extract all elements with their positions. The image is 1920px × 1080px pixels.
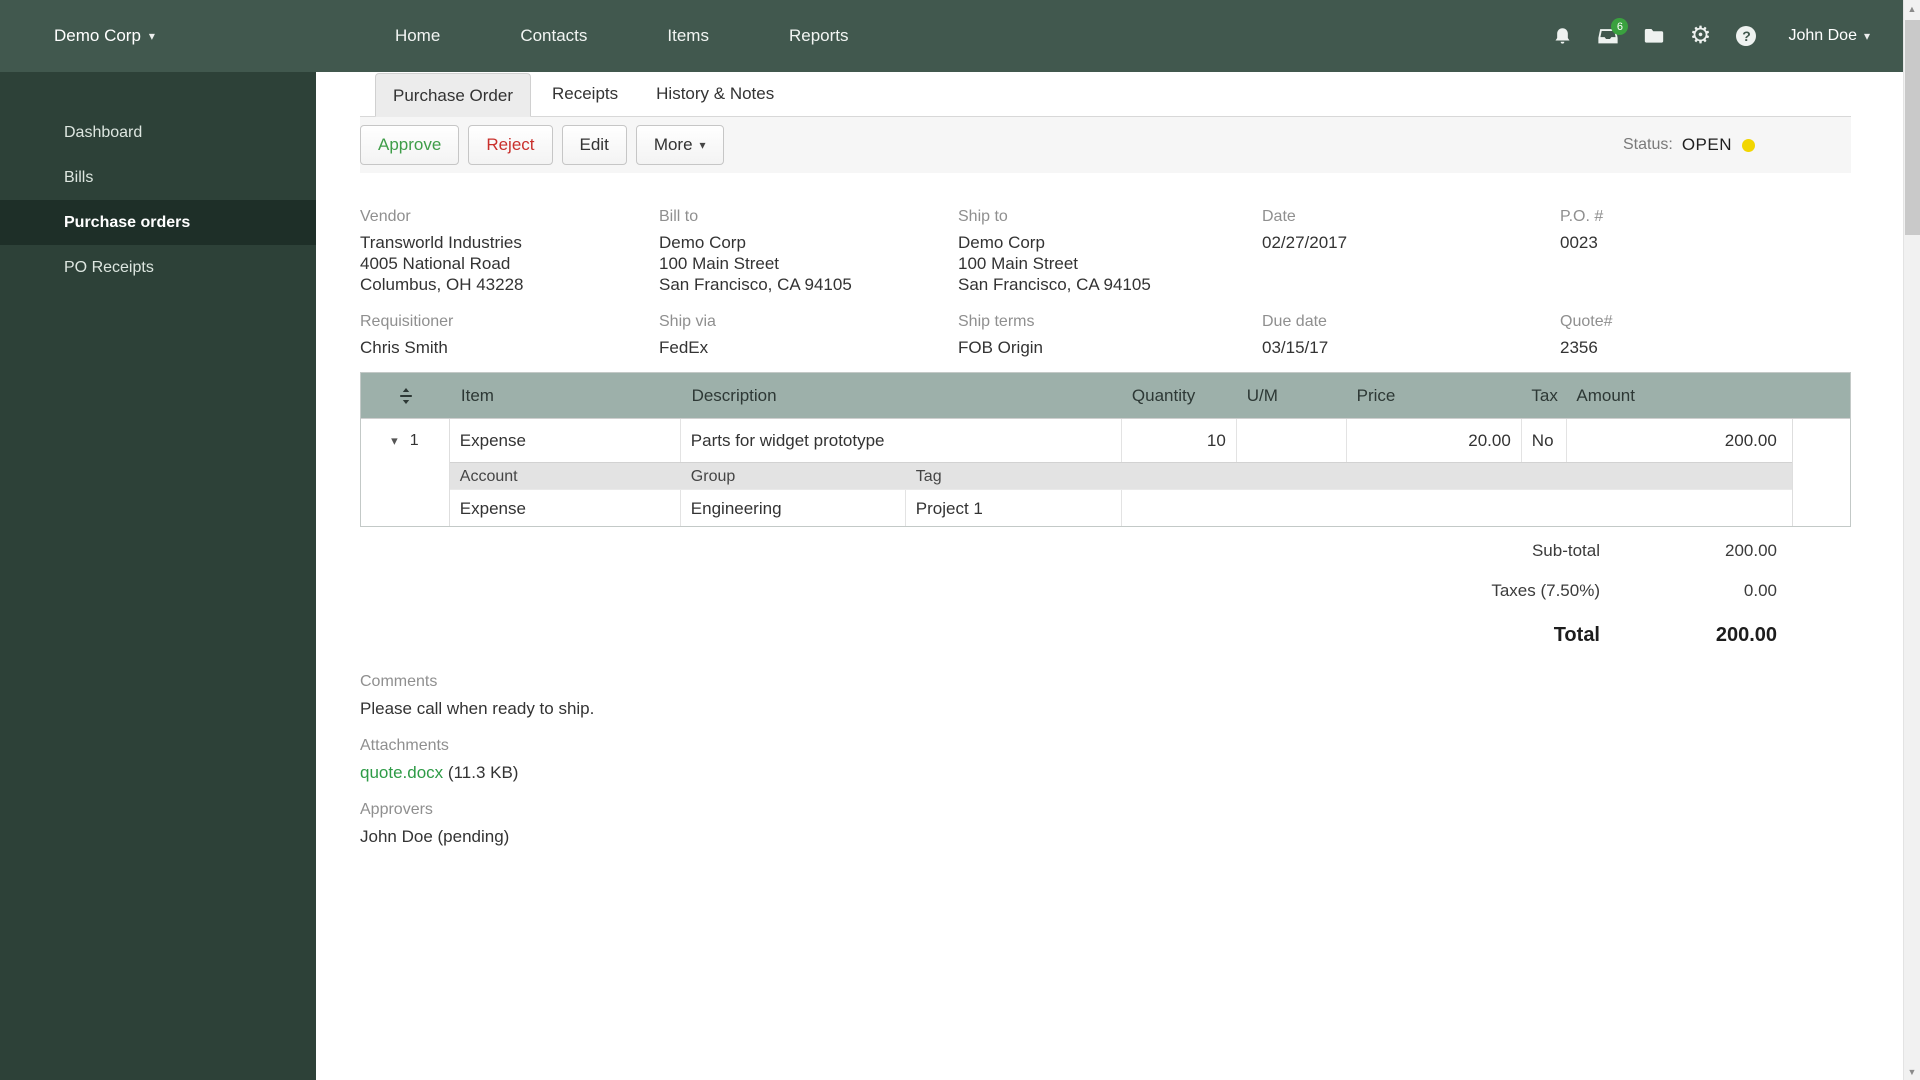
- vertical-scrollbar[interactable]: ▲ ▼: [1903, 0, 1920, 1080]
- help-icon[interactable]: ?: [1734, 24, 1758, 48]
- comments-text: Please call when ready to ship.: [360, 699, 595, 718]
- account-cell: Expense: [450, 490, 681, 526]
- sidebar-item-po-receipts[interactable]: PO Receipts: [0, 245, 316, 290]
- status-indicator: Status: OPEN: [1623, 135, 1755, 155]
- row-expander-caret[interactable]: ▾: [391, 432, 398, 450]
- attachment-link[interactable]: quote.docx: [360, 763, 443, 782]
- date-block: Date 02/27/2017: [1262, 208, 1348, 252]
- um-cell: [1237, 419, 1347, 462]
- bill-to-block: Bill to Demo Corp 100 Main Street San Fr…: [659, 208, 852, 294]
- status-value: OPEN: [1681, 135, 1732, 154]
- item-cell: Expense: [450, 419, 681, 462]
- tax-value: 0.00: [1743, 581, 1777, 600]
- total-value: 200.00: [1715, 623, 1777, 646]
- org-name: Demo Corp: [54, 26, 141, 45]
- vendor-label: Vendor: [360, 208, 411, 225]
- sidebar-item-purchase-orders[interactable]: Purchase orders: [0, 200, 316, 245]
- ship-terms-block: Ship terms FOB Origin: [958, 313, 1044, 357]
- subtotal-row: Sub-total 200.00: [1532, 531, 1792, 571]
- scrollbar-thumb[interactable]: [1905, 20, 1920, 235]
- user-menu[interactable]: John Doe ▾: [1788, 27, 1870, 45]
- line-items-table: Item Description Quantity U/M Price Tax …: [360, 372, 1851, 527]
- tax-cell: No: [1522, 419, 1567, 462]
- comments-label: Comments: [360, 673, 438, 690]
- inbox-icon[interactable]: 6: [1596, 18, 1629, 48]
- approve-button[interactable]: Approve: [360, 125, 460, 165]
- approvers-label: Approvers: [360, 801, 433, 818]
- requisitioner-block: Requisitioner Chris Smith: [360, 313, 454, 357]
- user-name: John Doe: [1788, 27, 1857, 44]
- description-cell: Parts for widget prototype: [681, 419, 1122, 462]
- status-dot-icon: [1742, 138, 1755, 152]
- po-number-block: P.O. # 0023: [1560, 208, 1604, 252]
- more-button[interactable]: More ▾: [635, 125, 724, 165]
- tab-purchase-order[interactable]: Purchase Order: [375, 73, 531, 117]
- caret-down-icon: ▾: [148, 29, 155, 43]
- due-date-block: Due date 03/15/17: [1262, 313, 1329, 357]
- reorder-rows-icon: [361, 387, 451, 404]
- totals-summary: Sub-total 200.00 Taxes (7.50%) 0.00 Tota…: [360, 531, 1792, 659]
- attachments-label: Attachments: [360, 737, 449, 754]
- nav-contacts[interactable]: Contacts: [480, 26, 627, 46]
- tag-cell: Project 1: [906, 490, 1122, 526]
- edit-button[interactable]: Edit: [561, 125, 627, 165]
- row-handle-cell: ▾ 1: [361, 419, 450, 526]
- notification-badge: 6: [1611, 18, 1629, 35]
- main-content: Purchase Order Receipts History & Notes …: [316, 72, 1920, 847]
- left-sidebar: Dashboard Bills Purchase orders PO Recei…: [0, 72, 316, 1080]
- quantity-cell: 10: [1122, 419, 1237, 462]
- notifications-bell-icon[interactable]: [1550, 24, 1574, 48]
- ship-via-block: Ship via FedEx: [659, 313, 716, 357]
- caret-down-icon: ▾: [1863, 29, 1870, 43]
- nav-items[interactable]: Items: [627, 26, 749, 46]
- row-number: 1: [409, 432, 419, 449]
- approvers-text: John Doe (pending): [360, 827, 510, 846]
- scroll-up-button[interactable]: ▲: [1904, 0, 1920, 17]
- top-navbar: Demo Corp ▾ Home Contacts Items Reports …: [0, 0, 1920, 72]
- primary-nav: Home Contacts Items Reports: [355, 0, 889, 72]
- nav-home[interactable]: Home: [355, 26, 480, 46]
- total-row: Total 200.00: [1554, 611, 1792, 659]
- comments-section: Comments Please call when ready to ship.: [360, 673, 1851, 719]
- table-row: ▾ 1 Expense Parts for widget prototype 1…: [361, 418, 1850, 526]
- nav-reports[interactable]: Reports: [749, 26, 889, 46]
- tax-row: Taxes (7.50%) 0.00: [1491, 571, 1792, 611]
- caret-down-icon: ▾: [699, 138, 706, 152]
- org-selector[interactable]: Demo Corp ▾: [54, 26, 155, 46]
- ship-to-block: Ship to Demo Corp 100 Main Street San Fr…: [958, 208, 1151, 294]
- action-toolbar: Approve Reject Edit More ▾ Status: OPEN: [360, 117, 1851, 173]
- sub-row: Expense Engineering Project 1: [449, 489, 1792, 526]
- sidebar-item-bills[interactable]: Bills: [0, 155, 316, 200]
- reject-button[interactable]: Reject: [468, 125, 553, 165]
- scroll-down-button[interactable]: ▼: [1904, 1063, 1920, 1080]
- attachments-section: Attachments quote.docx (11.3 KB): [360, 737, 1851, 783]
- detail-tabs: Purchase Order Receipts History & Notes: [360, 72, 1851, 117]
- po-details: Vendor Transworld Industries 4005 Nation…: [360, 208, 1851, 358]
- item-row: Expense Parts for widget prototype 10 20…: [450, 419, 1792, 462]
- folder-icon[interactable]: [1642, 24, 1666, 48]
- sub-header-row: Account Group Tag: [449, 462, 1792, 489]
- navbar-actions: 6 ⚙ ? John Doe ▾: [1550, 0, 1870, 72]
- approvers-section: Approvers John Doe (pending): [360, 801, 1851, 847]
- amount-cell: 200.00: [1724, 431, 1777, 450]
- status-label: Status:: [1623, 136, 1673, 153]
- tab-history-notes[interactable]: History & Notes: [639, 72, 791, 116]
- gear-icon[interactable]: ⚙: [1688, 24, 1712, 48]
- quote-block: Quote# 2356: [1560, 313, 1613, 357]
- attachment-size: (11.3 KB): [447, 763, 519, 782]
- vendor-block: Vendor Transworld Industries 4005 Nation…: [360, 208, 659, 295]
- group-cell: Engineering: [681, 490, 906, 526]
- tab-receipts[interactable]: Receipts: [535, 72, 635, 116]
- table-header-row: Item Description Quantity U/M Price Tax …: [361, 373, 1850, 418]
- price-cell: 20.00: [1347, 419, 1522, 462]
- subtotal-value: 200.00: [1725, 541, 1777, 560]
- sidebar-item-dashboard[interactable]: Dashboard: [0, 110, 316, 155]
